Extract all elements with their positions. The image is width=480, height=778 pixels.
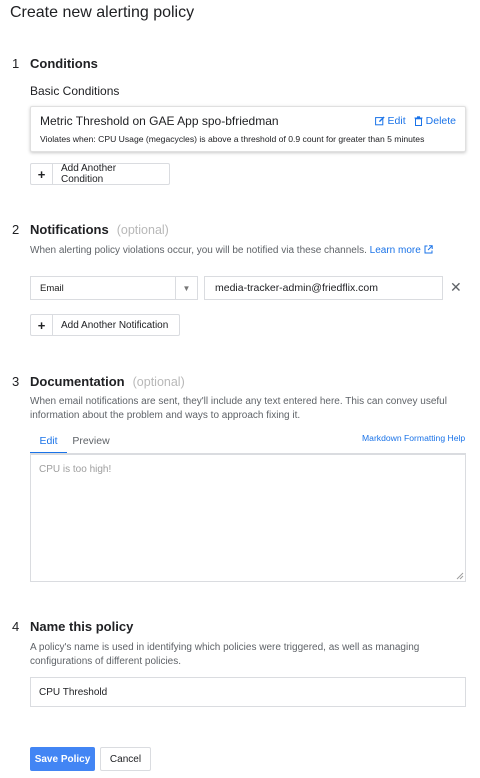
- email-field[interactable]: media-tracker-admin@friedflix.com: [204, 276, 443, 300]
- condition-violates-text: Violates when: CPU Usage (megacycles) is…: [40, 134, 425, 144]
- channel-type-select[interactable]: Email ▼: [30, 276, 198, 300]
- section-title-notifications: Notifications (optional): [30, 222, 169, 237]
- section-number-notifications: 2: [12, 222, 20, 237]
- edit-condition-button[interactable]: Edit: [374, 115, 406, 127]
- learn-more-label: Learn more: [369, 245, 421, 256]
- add-condition-label: Add Another Condition: [60, 163, 117, 185]
- dropdown-arrow-icon: ▼: [175, 277, 197, 299]
- cancel-button[interactable]: Cancel: [100, 747, 151, 771]
- plus-icon: +: [31, 315, 53, 335]
- add-notification-button[interactable]: + Add Another Notification: [30, 314, 180, 336]
- markdown-help-link[interactable]: Markdown Formatting Help: [362, 433, 465, 443]
- notifications-description-text: When alerting policy violations occur, y…: [30, 245, 367, 256]
- documentation-textarea[interactable]: CPU is too high!: [30, 454, 466, 582]
- trash-icon: [414, 116, 423, 126]
- basic-conditions-label: Basic Conditions: [30, 84, 120, 98]
- notifications-description: When alerting policy violations occur, y…: [30, 244, 433, 258]
- section-number-name: 4: [12, 619, 20, 634]
- delete-label: Delete: [425, 115, 456, 127]
- documentation-tabs: Edit Preview: [30, 432, 115, 454]
- channel-type-value: Email: [40, 282, 64, 294]
- section-number-documentation: 3: [12, 374, 20, 389]
- resize-handle-icon[interactable]: [456, 572, 464, 580]
- save-policy-button[interactable]: Save Policy: [30, 747, 95, 771]
- learn-more-link[interactable]: Learn more: [370, 245, 433, 256]
- notifications-title: Notifications: [30, 222, 109, 237]
- documentation-title: Documentation: [30, 374, 125, 389]
- section-title-documentation: Documentation (optional): [30, 374, 185, 389]
- documentation-content: CPU is too high!: [39, 464, 112, 475]
- delete-condition-button[interactable]: Delete: [414, 115, 456, 127]
- tab-edit[interactable]: Edit: [30, 432, 67, 454]
- section-title-name: Name this policy: [30, 619, 134, 634]
- page-title: Create new alerting policy: [10, 4, 195, 21]
- external-link-icon: [424, 245, 433, 254]
- name-description-line2: configurations of different policies.: [30, 656, 182, 667]
- edit-label: Edit: [387, 115, 406, 127]
- documentation-description-line1: When email notifications are sent, they'…: [30, 396, 447, 407]
- policy-name-field[interactable]: CPU Threshold: [30, 677, 466, 707]
- tab-preview[interactable]: Preview: [67, 432, 115, 454]
- remove-notification-close-icon[interactable]: ✕: [450, 279, 462, 296]
- documentation-description-line2: information about the problem and ways t…: [30, 410, 301, 421]
- add-notification-label: Add Another Notification: [61, 319, 169, 331]
- documentation-optional: (optional): [132, 375, 185, 389]
- condition-card: Metric Threshold on GAE App spo-bfriedma…: [30, 106, 466, 152]
- add-condition-button[interactable]: + Add Another Condition: [30, 163, 170, 185]
- notifications-optional: (optional): [116, 223, 169, 237]
- condition-title: Metric Threshold on GAE App spo-bfriedma…: [40, 114, 279, 128]
- plus-icon: +: [31, 164, 53, 184]
- condition-actions: Edit Delete: [374, 115, 456, 127]
- section-title-conditions: Conditions: [30, 56, 98, 71]
- name-description-line1: A policy's name is used in identifying w…: [30, 642, 420, 653]
- edit-icon: [374, 116, 385, 126]
- section-number-conditions: 1: [12, 56, 20, 71]
